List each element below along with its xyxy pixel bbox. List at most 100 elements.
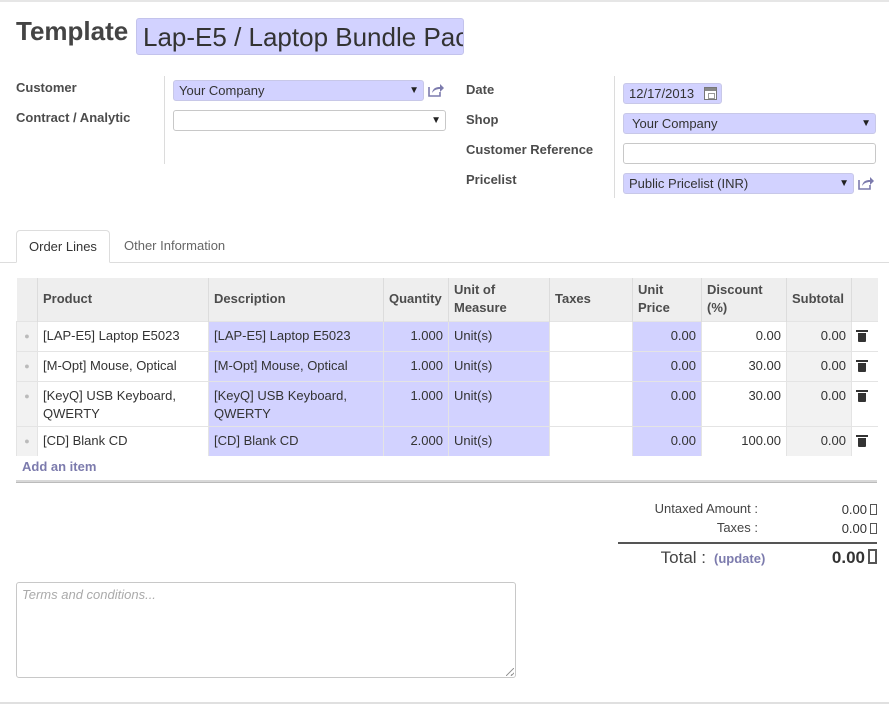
customer-reference-input[interactable] bbox=[623, 143, 876, 164]
cell-unit-price[interactable]: 0.00 bbox=[632, 425, 702, 456]
trash-icon[interactable] bbox=[856, 389, 868, 402]
currency-symbol-icon bbox=[868, 549, 877, 564]
cell-discount[interactable]: 30.00 bbox=[701, 380, 787, 426]
trash-icon[interactable] bbox=[856, 359, 868, 372]
cell-uom[interactable]: Unit(s) bbox=[448, 380, 550, 426]
column-header-taxes[interactable]: Taxes bbox=[549, 278, 633, 321]
drag-handle-icon[interactable]: ● bbox=[16, 380, 38, 426]
cell-unit-price[interactable]: 0.00 bbox=[632, 320, 702, 351]
table-row[interactable]: ● [M-Opt] Mouse, Optical [M-Opt] Mouse, … bbox=[16, 350, 878, 381]
column-header-unit-price[interactable]: Unit Price bbox=[632, 278, 702, 321]
cell-product[interactable]: [CD] Blank CD bbox=[37, 425, 209, 456]
column-header-quantity[interactable]: Quantity bbox=[383, 278, 449, 321]
template-name-input[interactable]: Lap-E5 / Laptop Bundle Pac bbox=[136, 18, 464, 55]
cell-description[interactable]: [CD] Blank CD bbox=[208, 425, 384, 456]
cell-taxes[interactable] bbox=[549, 320, 633, 351]
taxes-value: 0.00 bbox=[780, 521, 877, 536]
customer-value: Your Company bbox=[179, 83, 265, 98]
cell-uom[interactable]: Unit(s) bbox=[448, 425, 550, 456]
table-header-row: Product Description Quantity Unit of Mea… bbox=[16, 278, 878, 321]
contract-select[interactable]: ▼ bbox=[173, 110, 446, 131]
cell-quantity[interactable]: 2.000 bbox=[383, 425, 449, 456]
tab-order-lines[interactable]: Order Lines bbox=[16, 230, 110, 263]
column-header-description[interactable]: Description bbox=[208, 278, 384, 321]
external-link-icon[interactable] bbox=[857, 175, 875, 191]
untaxed-amount-number: 0.00 bbox=[841, 502, 867, 517]
shop-label: Shop bbox=[466, 112, 499, 127]
cell-product[interactable]: [KeyQ] USB Keyboard, QWERTY bbox=[37, 380, 209, 426]
date-label: Date bbox=[466, 82, 495, 97]
tab-other-information[interactable]: Other Information bbox=[112, 230, 237, 263]
pricelist-select[interactable]: Public Pricelist (INR) ▼ bbox=[623, 173, 854, 194]
cell-subtotal: 0.00 bbox=[786, 350, 852, 381]
untaxed-amount-value: 0.00 bbox=[780, 502, 877, 517]
column-header-subtotal[interactable]: Subtotal bbox=[786, 278, 852, 321]
trash-icon[interactable] bbox=[856, 329, 868, 342]
delete-row-button[interactable] bbox=[851, 380, 878, 426]
cell-description[interactable]: [M-Opt] Mouse, Optical bbox=[208, 350, 384, 381]
cell-description[interactable]: [KeyQ] USB Keyboard, QWERTY bbox=[208, 380, 384, 426]
total-number: 0.00 bbox=[831, 548, 865, 567]
taxes-number: 0.00 bbox=[841, 521, 867, 536]
chevron-down-icon: ▼ bbox=[861, 118, 871, 129]
total-label: Total : bbox=[660, 548, 706, 567]
chevron-down-icon: ▼ bbox=[839, 178, 849, 189]
date-input[interactable]: 12/17/2013 bbox=[623, 83, 722, 104]
column-header-unit-of-measure[interactable]: Unit of Measure bbox=[448, 278, 550, 321]
update-totals-link[interactable]: (update) bbox=[714, 551, 765, 566]
cell-taxes[interactable] bbox=[549, 380, 633, 426]
currency-symbol-icon bbox=[870, 504, 877, 515]
table-footer-bar bbox=[16, 480, 877, 483]
drag-handle-icon[interactable]: ● bbox=[16, 425, 38, 456]
delete-row-button[interactable] bbox=[851, 425, 878, 456]
cell-product[interactable]: [M-Opt] Mouse, Optical bbox=[37, 350, 209, 381]
untaxed-amount-label: Untaxed Amount : bbox=[654, 501, 758, 516]
cell-discount[interactable]: 0.00 bbox=[701, 320, 787, 351]
order-lines-table: Product Description Quantity Unit of Mea… bbox=[16, 278, 878, 456]
contract-label: Contract / Analytic bbox=[16, 110, 131, 125]
cell-quantity[interactable]: 1.000 bbox=[383, 350, 449, 381]
column-header-product[interactable]: Product bbox=[37, 278, 209, 321]
drag-handle-icon[interactable]: ● bbox=[16, 350, 38, 381]
customer-select[interactable]: Your Company ▼ bbox=[173, 80, 424, 101]
cell-uom[interactable]: Unit(s) bbox=[448, 350, 550, 381]
chevron-down-icon: ▼ bbox=[431, 115, 441, 126]
table-row[interactable]: ● [CD] Blank CD [CD] Blank CD 2.000 Unit… bbox=[16, 425, 878, 456]
terms-and-conditions-textarea[interactable]: Terms and conditions... bbox=[16, 582, 516, 678]
cell-quantity[interactable]: 1.000 bbox=[383, 320, 449, 351]
customer-reference-label: Customer Reference bbox=[466, 142, 594, 157]
cell-taxes[interactable] bbox=[549, 350, 633, 381]
chevron-down-icon: ▼ bbox=[409, 85, 419, 96]
cell-unit-price[interactable]: 0.00 bbox=[632, 350, 702, 381]
cell-uom[interactable]: Unit(s) bbox=[448, 320, 550, 351]
pricelist-label: Pricelist bbox=[466, 172, 517, 187]
cell-taxes[interactable] bbox=[549, 425, 633, 456]
delete-row-button[interactable] bbox=[851, 350, 878, 381]
notebook-tabs: Order Lines Other Information bbox=[0, 230, 889, 263]
cell-discount[interactable]: 30.00 bbox=[701, 350, 787, 381]
drag-handle-icon[interactable]: ● bbox=[16, 320, 38, 351]
cell-product[interactable]: [LAP-E5] Laptop E5023 bbox=[37, 320, 209, 351]
delete-column-header bbox=[851, 278, 878, 321]
table-row[interactable]: ● [LAP-E5] Laptop E5023 [LAP-E5] Laptop … bbox=[16, 320, 878, 351]
textarea-resize-handle[interactable] bbox=[506, 668, 514, 676]
column-header-discount[interactable]: Discount (%) bbox=[701, 278, 787, 321]
customer-label: Customer bbox=[16, 80, 77, 95]
total-value: 0.00 bbox=[780, 548, 877, 568]
cell-unit-price[interactable]: 0.00 bbox=[632, 380, 702, 426]
cell-subtotal: 0.00 bbox=[786, 425, 852, 456]
cell-quantity[interactable]: 1.000 bbox=[383, 380, 449, 426]
cell-discount[interactable]: 100.00 bbox=[701, 425, 787, 456]
shop-select[interactable]: Your Company ▼ bbox=[623, 113, 876, 134]
date-value: 12/17/2013 bbox=[629, 86, 695, 101]
delete-row-button[interactable] bbox=[851, 320, 878, 351]
trash-icon[interactable] bbox=[856, 434, 868, 447]
calendar-icon[interactable] bbox=[704, 87, 717, 100]
add-an-item-link[interactable]: Add an item bbox=[22, 459, 96, 474]
drag-column-header bbox=[16, 278, 38, 321]
cell-description[interactable]: [LAP-E5] Laptop E5023 bbox=[208, 320, 384, 351]
totals-separator bbox=[618, 542, 877, 544]
table-row[interactable]: ● [KeyQ] USB Keyboard, QWERTY [KeyQ] USB… bbox=[16, 380, 878, 426]
cell-subtotal: 0.00 bbox=[786, 380, 852, 426]
external-link-icon[interactable] bbox=[427, 82, 445, 98]
